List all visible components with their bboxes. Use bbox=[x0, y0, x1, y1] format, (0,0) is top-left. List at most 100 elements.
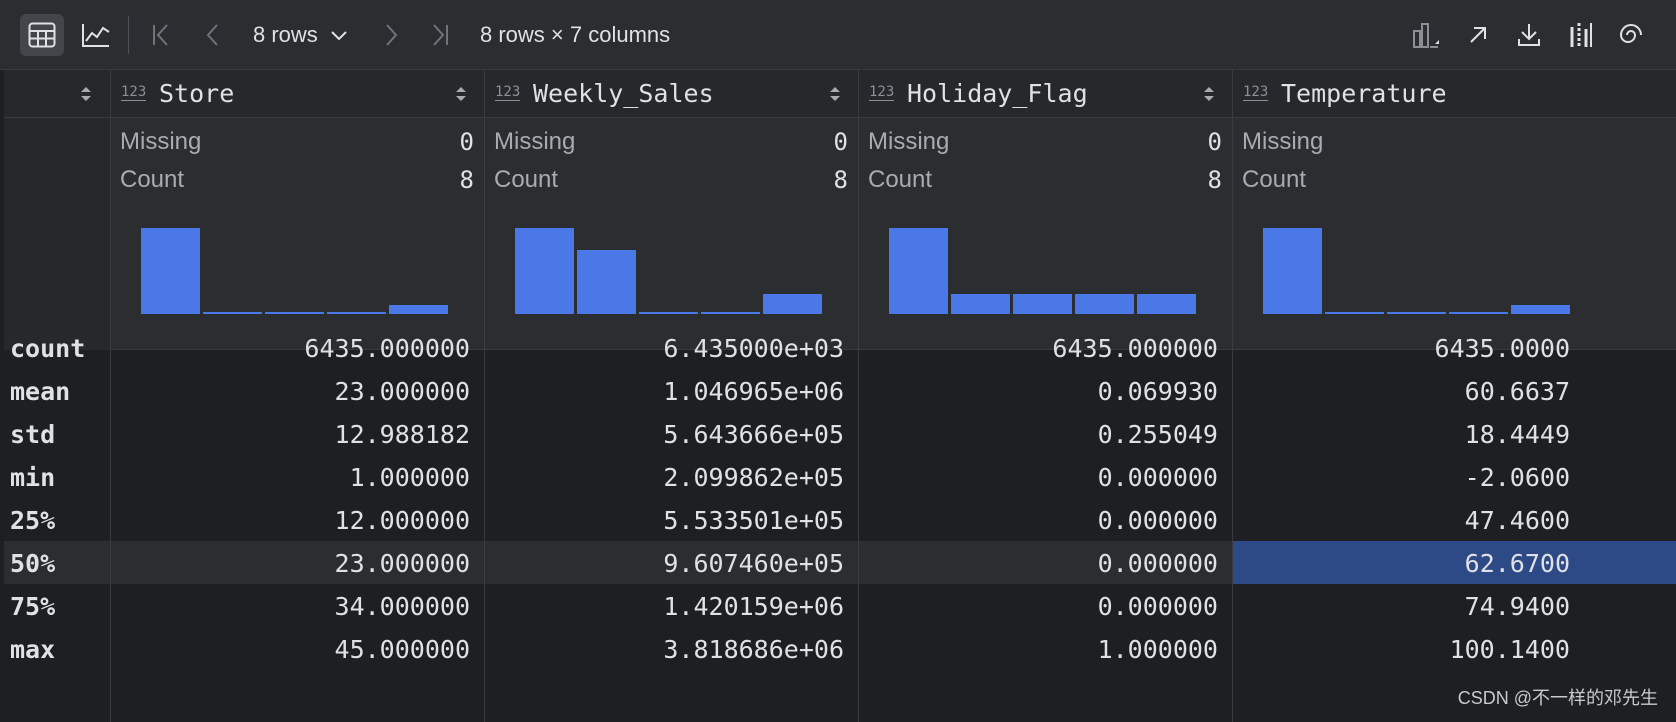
spiral-icon bbox=[1619, 24, 1642, 43]
table-icon bbox=[28, 22, 56, 48]
table-view-button[interactable] bbox=[20, 14, 64, 56]
column-header-store[interactable]: 123 Store bbox=[111, 70, 485, 118]
table-cell[interactable]: 47.4600 bbox=[1465, 506, 1570, 535]
histogram-bar bbox=[1325, 312, 1384, 314]
table-cell[interactable]: 0.255049 bbox=[1098, 420, 1218, 449]
table-cell[interactable]: 23.000000 bbox=[335, 377, 470, 406]
histogram-bar bbox=[1449, 312, 1508, 314]
table-cell[interactable]: 12.000000 bbox=[335, 506, 470, 535]
table-cell[interactable]: 0.000000 bbox=[1098, 463, 1218, 492]
histogram-bar bbox=[515, 228, 574, 314]
chevron-left-icon bbox=[206, 24, 218, 46]
histogram-bar bbox=[1137, 294, 1196, 314]
table-cell[interactable]: 34.000000 bbox=[335, 592, 470, 621]
missing-label: Missing bbox=[1242, 128, 1324, 155]
table-cell[interactable]: 23.000000 bbox=[335, 549, 470, 578]
column-chart-button[interactable] bbox=[1411, 20, 1441, 50]
table-row[interactable]: 75% 34.000000 1.420159e+06 0.000000 74.9400 bbox=[4, 584, 1676, 627]
row-index: 50% bbox=[10, 549, 56, 578]
bar-chart-icon bbox=[1413, 23, 1439, 48]
toolbar-separator bbox=[128, 16, 129, 54]
toolbar: 8 rows 8 rows × 7 columns bbox=[0, 0, 1676, 70]
column-header-temperature[interactable]: 123 Temperature bbox=[1233, 70, 1676, 118]
arrow-up-right-icon bbox=[1470, 27, 1486, 43]
table-cell[interactable]: 6435.000000 bbox=[304, 334, 470, 363]
table-row[interactable]: max 45.000000 3.818686e+06 1.000000 100.1400 bbox=[4, 627, 1676, 670]
table-cell[interactable]: 1.046965e+06 bbox=[663, 377, 844, 406]
table-cell[interactable]: 5.533501e+05 bbox=[663, 506, 844, 535]
selected-cell[interactable] bbox=[1233, 541, 1676, 584]
open-in-editor-button[interactable] bbox=[1463, 20, 1493, 50]
last-page-icon bbox=[433, 24, 448, 46]
download-button[interactable] bbox=[1514, 20, 1544, 50]
histogram-bar bbox=[327, 312, 386, 314]
table-row[interactable]: count 6435.000000 6.435000e+03 6435.000000 6… bbox=[4, 326, 1676, 369]
table-row[interactable]: std 12.988182 5.643666e+05 0.255049 18.4449 bbox=[4, 412, 1676, 455]
count-label: Count bbox=[120, 166, 185, 193]
sort-icon[interactable] bbox=[453, 84, 469, 104]
column-divider bbox=[1232, 70, 1233, 722]
missing-value: 0 bbox=[833, 128, 848, 156]
stats-index-spacer bbox=[4, 118, 111, 350]
column-header-weekly-sales[interactable]: 123 Weekly_Sales bbox=[485, 70, 859, 118]
table-cell[interactable]: 74.9400 bbox=[1465, 592, 1570, 621]
table-cell[interactable]: 100.1400 bbox=[1450, 635, 1570, 664]
table-row[interactable]: 50% 23.000000 9.607460e+05 0.000000 62.6700 bbox=[4, 541, 1676, 584]
table-row[interactable]: mean 23.000000 1.046965e+06 0.069930 60.6637 bbox=[4, 369, 1676, 412]
numeric-type-icon: 123 bbox=[869, 84, 895, 101]
table-row[interactable]: 25% 12.000000 5.533501e+05 0.000000 47.4600 bbox=[4, 498, 1676, 541]
last-page-button[interactable] bbox=[424, 20, 454, 50]
table-cell[interactable]: 12.988182 bbox=[335, 420, 470, 449]
histogram-bar bbox=[701, 312, 760, 314]
table-cell[interactable]: 6435.0000 bbox=[1435, 334, 1570, 363]
table-cell[interactable]: 3.818686e+06 bbox=[663, 635, 844, 664]
column-name: Store bbox=[159, 79, 235, 108]
table-cell[interactable]: 1.000000 bbox=[1098, 635, 1218, 664]
table-row[interactable]: min 1.000000 2.099862e+05 0.000000 -2.0600 bbox=[4, 455, 1676, 498]
table-cell[interactable]: 5.643666e+05 bbox=[663, 420, 844, 449]
sort-icon bbox=[81, 87, 91, 101]
chart-view-button[interactable] bbox=[74, 14, 118, 56]
histogram-bar bbox=[141, 228, 200, 314]
table-cell[interactable]: 6.435000e+03 bbox=[663, 334, 844, 363]
numeric-type-icon: 123 bbox=[121, 84, 147, 101]
histogram-bar bbox=[951, 294, 1010, 314]
rows-selector[interactable]: 8 rows bbox=[253, 22, 348, 48]
next-page-button[interactable] bbox=[376, 20, 406, 50]
index-column-header[interactable] bbox=[4, 70, 111, 118]
table-cell[interactable]: 0.000000 bbox=[1098, 506, 1218, 535]
ai-assistant-button[interactable] bbox=[1616, 20, 1646, 50]
column-divider bbox=[110, 70, 111, 722]
histogram-bar bbox=[1075, 294, 1134, 314]
column-stats-button[interactable] bbox=[1566, 20, 1596, 50]
missing-label: Missing bbox=[868, 128, 950, 155]
sort-icon[interactable] bbox=[1201, 84, 1217, 104]
table-cell[interactable]: 0.000000 bbox=[1098, 592, 1218, 621]
column-divider bbox=[484, 70, 485, 722]
table-cell[interactable]: 0.069930 bbox=[1098, 377, 1218, 406]
table-cell[interactable]: 60.6637 bbox=[1465, 377, 1570, 406]
numeric-type-icon: 123 bbox=[1243, 84, 1269, 101]
first-page-button[interactable] bbox=[147, 20, 177, 50]
table-cell[interactable]: 0.000000 bbox=[1098, 549, 1218, 578]
table-cell[interactable]: 6435.000000 bbox=[1052, 334, 1218, 363]
previous-page-button[interactable] bbox=[198, 20, 228, 50]
dataframe-grid: 123 Store 123 Weekly_Sales 123 Holiday_F… bbox=[4, 70, 1676, 722]
column-name: Temperature bbox=[1281, 79, 1447, 108]
table-cell[interactable]: 62.6700 bbox=[1465, 549, 1570, 578]
rows-selector-label: 8 rows bbox=[253, 22, 318, 47]
table-cell[interactable]: 1.000000 bbox=[350, 463, 470, 492]
table-cell[interactable]: 1.420159e+06 bbox=[663, 592, 844, 621]
column-stats-icon bbox=[1570, 23, 1592, 47]
row-index: count bbox=[10, 334, 86, 363]
count-label: Count bbox=[868, 166, 933, 193]
table-cell[interactable]: 2.099862e+05 bbox=[663, 463, 844, 492]
table-shape-label: 8 rows × 7 columns bbox=[480, 22, 671, 47]
table-cell[interactable]: 45.000000 bbox=[335, 635, 470, 664]
column-header-holiday-flag[interactable]: 123 Holiday_Flag bbox=[859, 70, 1233, 118]
sort-icon[interactable] bbox=[827, 84, 843, 104]
table-cell[interactable]: -2.0600 bbox=[1465, 463, 1570, 492]
numeric-type-icon: 123 bbox=[495, 84, 521, 101]
table-cell[interactable]: 9.607460e+05 bbox=[663, 549, 844, 578]
table-cell[interactable]: 18.4449 bbox=[1465, 420, 1570, 449]
